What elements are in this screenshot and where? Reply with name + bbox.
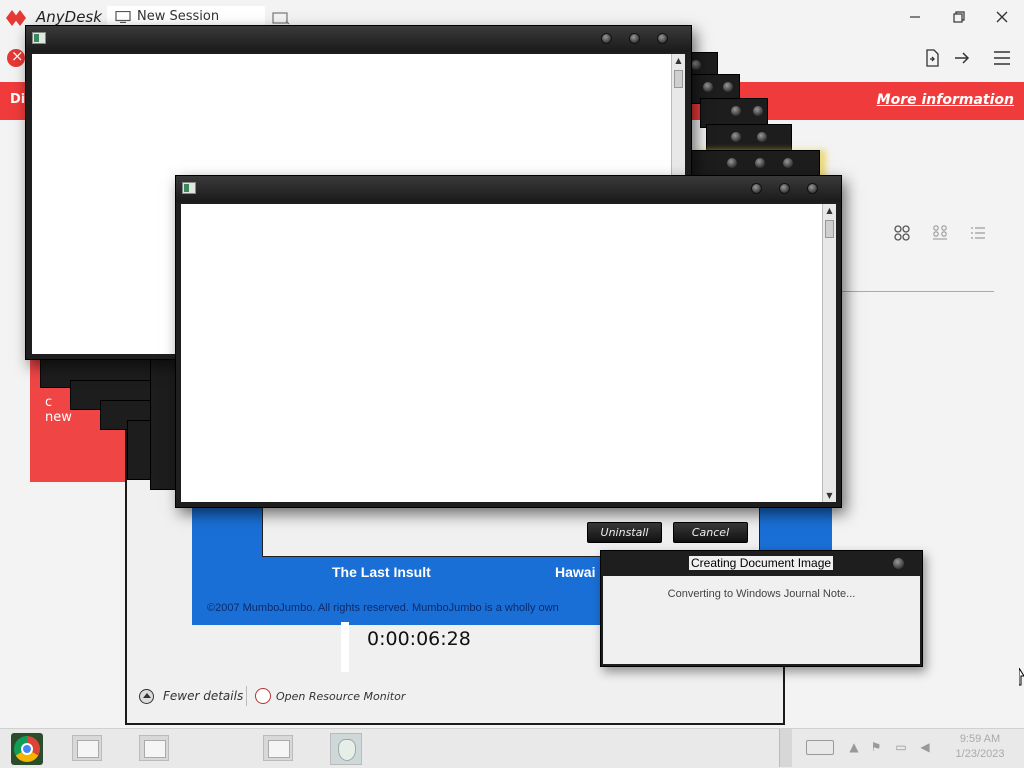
volume-icon[interactable]: ◀ bbox=[917, 740, 933, 754]
window-client-area bbox=[181, 204, 822, 502]
scroll-up-icon[interactable]: ▲ bbox=[674, 56, 683, 65]
more-information-link[interactable]: More information bbox=[877, 92, 1014, 108]
show-hidden-icons-icon[interactable]: ▲ bbox=[846, 740, 862, 754]
game-title-1: The Last Insult bbox=[332, 564, 431, 580]
clock-date: 1/23/2023 bbox=[955, 748, 1005, 760]
chrome-logo-icon bbox=[14, 736, 40, 762]
resource-monitor-link[interactable]: Open Resource Monitor bbox=[276, 690, 405, 703]
copyright-text: ©2007 MumboJumbo. All rights reserved. M… bbox=[207, 602, 559, 614]
footer-separator bbox=[246, 686, 247, 706]
new-tab-icon[interactable] bbox=[272, 12, 290, 26]
connect-arrow-icon[interactable] bbox=[952, 48, 972, 68]
promo-card-line2: new bbox=[45, 410, 72, 425]
monitor-icon bbox=[115, 11, 131, 23]
blank-window-2[interactable]: ▲ ▼ bbox=[175, 175, 842, 508]
network-icon[interactable]: ▭ bbox=[893, 740, 909, 754]
scroll-down-icon[interactable]: ▼ bbox=[825, 491, 834, 500]
window-system-icon[interactable] bbox=[32, 32, 46, 44]
window-titlebar[interactable] bbox=[26, 26, 691, 52]
uninstall-button[interactable]: Uninstall bbox=[587, 522, 662, 543]
window-titlebar[interactable] bbox=[176, 176, 841, 202]
creating-document-image-dialog[interactable]: Creating Document Image Converting to Wi… bbox=[600, 550, 923, 667]
hamburger-menu-icon[interactable] bbox=[992, 48, 1012, 68]
collapse-arrow-icon[interactable] bbox=[139, 689, 154, 704]
system-clock[interactable]: 9:59 AM 1/23/2023 bbox=[940, 732, 1020, 762]
maximize-orb-icon[interactable] bbox=[779, 183, 790, 194]
close-orb-icon[interactable] bbox=[893, 558, 904, 569]
close-orb-icon[interactable] bbox=[657, 33, 668, 44]
game-title-2: Hawai bbox=[555, 564, 596, 580]
list-view-icon[interactable] bbox=[969, 224, 987, 242]
scroll-up-icon[interactable]: ▲ bbox=[825, 206, 834, 215]
banner-text: Di bbox=[10, 92, 26, 107]
mouse-cursor-icon bbox=[1019, 668, 1024, 686]
taskbar-window-icon[interactable] bbox=[263, 735, 293, 761]
tile-view-icon[interactable] bbox=[893, 224, 911, 242]
dialog-message: Converting to Windows Journal Note... bbox=[667, 588, 856, 600]
dialog-title: Creating Document Image bbox=[689, 556, 834, 570]
vertical-scrollbar[interactable]: ▲ ▼ bbox=[822, 204, 836, 502]
cancel-button[interactable]: Cancel bbox=[673, 522, 748, 543]
close-icon[interactable] bbox=[995, 10, 1009, 24]
minimize-orb-icon[interactable] bbox=[751, 183, 762, 194]
touch-keyboard-icon[interactable] bbox=[806, 740, 834, 755]
resource-monitor-icon[interactable] bbox=[255, 688, 271, 704]
clock-time: 9:59 AM bbox=[959, 733, 1001, 745]
close-orb-icon[interactable] bbox=[807, 183, 818, 194]
tab-label: New Session bbox=[137, 9, 220, 24]
file-transfer-icon[interactable] bbox=[922, 48, 942, 68]
maximize-orb-icon[interactable] bbox=[629, 33, 640, 44]
tray-scroll-handle[interactable] bbox=[779, 729, 792, 767]
section-divider bbox=[840, 291, 994, 292]
promo-card-text: c new bbox=[45, 395, 72, 425]
scroll-thumb[interactable] bbox=[674, 70, 683, 88]
progress-track bbox=[341, 622, 349, 672]
address-close-icon[interactable] bbox=[7, 47, 25, 67]
minimize-icon[interactable] bbox=[908, 10, 922, 24]
elapsed-time: 0:00:06:28 bbox=[367, 628, 471, 650]
minimize-orb-icon[interactable] bbox=[601, 33, 612, 44]
small-tile-view-icon[interactable] bbox=[931, 224, 949, 242]
restore-icon[interactable] bbox=[952, 10, 966, 24]
dialog-client-area: Converting to Windows Journal Note... bbox=[603, 576, 920, 664]
paint-taskbar-icon[interactable] bbox=[330, 733, 362, 765]
taskbar-window-icon[interactable] bbox=[139, 735, 169, 761]
fewer-details-link[interactable]: Fewer details bbox=[163, 689, 243, 703]
action-center-flag-icon[interactable]: ⚑ bbox=[868, 740, 884, 754]
chrome-taskbar-icon[interactable] bbox=[11, 733, 43, 765]
promo-card-line1: c bbox=[45, 395, 53, 410]
taskbar-window-icon[interactable] bbox=[72, 735, 102, 761]
scroll-thumb[interactable] bbox=[825, 220, 834, 238]
app-name: AnyDesk bbox=[36, 8, 102, 26]
window-system-icon[interactable] bbox=[182, 182, 196, 194]
